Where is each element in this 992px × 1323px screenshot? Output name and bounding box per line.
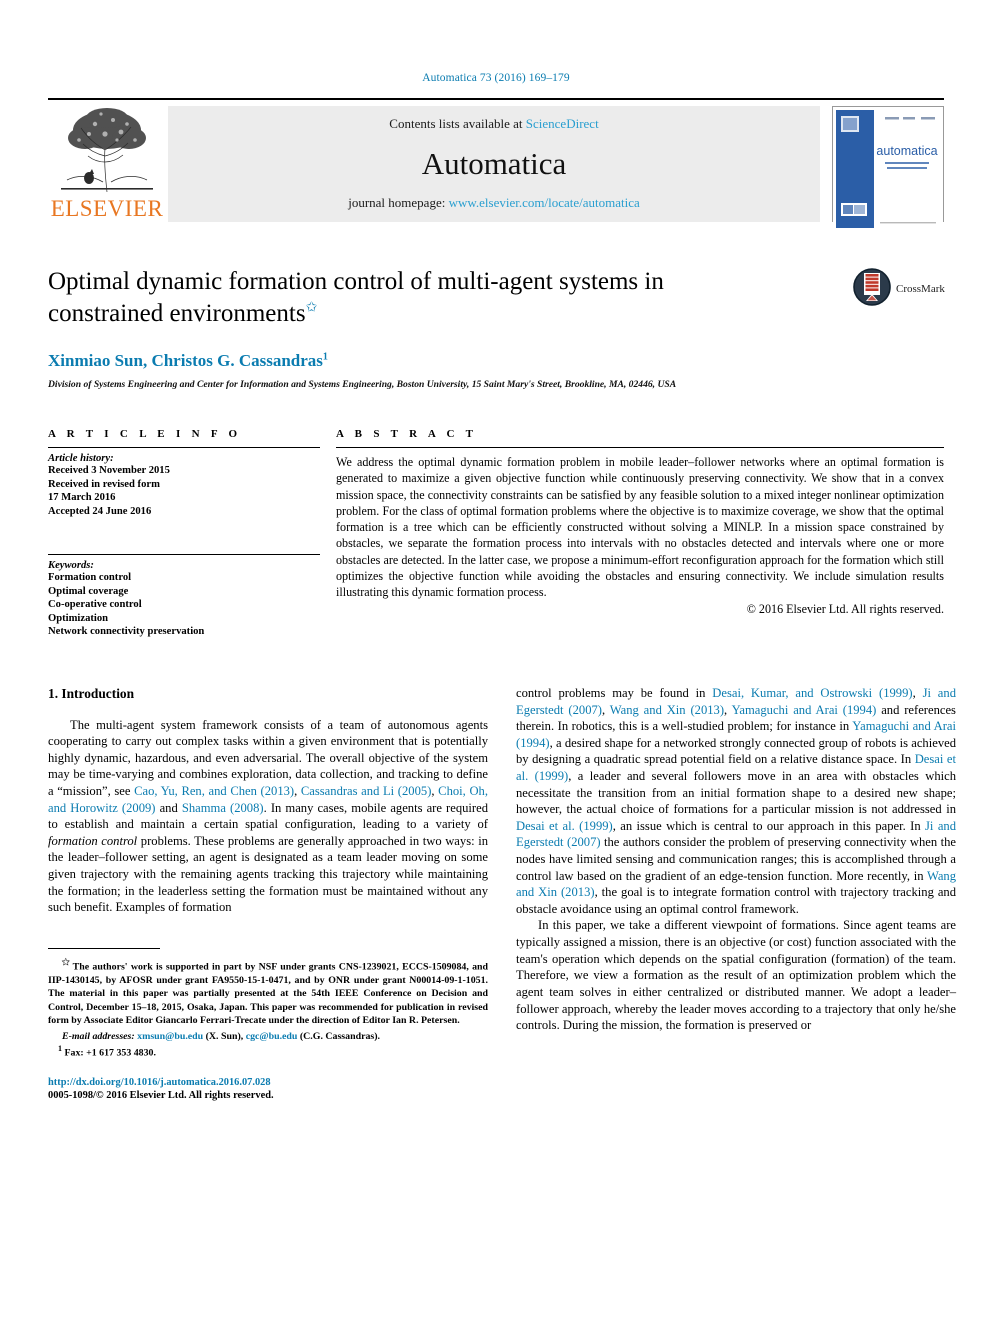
keyword-item: Network connectivity preservation [48,626,205,638]
citation-link[interactable]: Desai, Kumar, and Ostrowski (1999) [712,686,912,700]
email-owner-cassandras: (C.G. Cassandras). [299,1030,380,1042]
citation-link[interactable]: Wang and Xin (2013) [610,703,724,717]
journal-cover-thumbnail: automatica [832,106,944,231]
masthead-center-panel: Contents lists available at ScienceDirec… [168,106,820,222]
crossmark-icon [852,267,892,312]
email-link-sun[interactable]: xmsun@bu.edu [137,1031,203,1042]
elsevier-wordmark: ELSEVIER [50,196,164,221]
journal-reference: Automatica 73 (2016) 169–179 [422,72,570,84]
body-columns: 1. Introduction The multi-agent system f… [48,685,956,1103]
issn-copyright: 0005-1098/© 2016 Elsevier Ltd. All right… [48,1090,274,1102]
footnote-emails: E-mail addresses: xmsun@bu.edu (X. Sun),… [48,1030,488,1043]
elsevier-logo: ELSEVIER [48,104,166,222]
doi-block: http://dx.doi.org/10.1016/j.automatica.2… [48,1076,488,1103]
article-info-heading: A R T I C L E I N F O [48,428,242,440]
article-history-group: Article history: Received 3 November 201… [48,448,320,522]
intro-paragraph-right-1: control problems may be found in Desai, … [516,685,957,916]
info-abstract-section: A R T I C L E I N F O Article history: R… [48,428,944,643]
keyword-item: Co-operative control [48,599,142,611]
footnote-rule [48,947,160,949]
fax-footnote-marker: 1 [58,1044,62,1054]
citation-link[interactable]: Yamaguchi and Arai (1994) [516,719,956,750]
citation-link[interactable]: Yamaguchi and Arai (1994) [732,703,877,717]
citation-link[interactable]: Shamma (2008) [182,801,264,815]
journal-homepage-link[interactable]: www.elsevier.com/locate/automatica [449,195,640,210]
footnote-star-marker: ✩ [62,956,70,967]
article-history-label: Article history: [48,453,114,464]
author-footnote-marker: 1 [322,351,328,363]
paper-page: Automatica 73 (2016) 169–179 ELSEVIER Co… [0,0,992,1323]
keyword-item: Optimal coverage [48,585,129,597]
abstract-text: We address the optimal dynamic formation… [336,455,944,600]
contents-available-line: Contents lists available at ScienceDirec… [389,116,598,132]
email-addresses-label: E-mail addresses: [62,1030,135,1042]
email-link-cassandras[interactable]: cgc@bu.edu [246,1031,298,1042]
svg-text:automatica: automatica [876,144,937,158]
keywords-group: Keywords: Formation control Optimal cove… [48,555,320,643]
citation-link[interactable]: Desai et al. (1999) [516,752,956,783]
title-block: Optimal dynamic formation control of mul… [48,266,945,390]
doi-link[interactable]: http://dx.doi.org/10.1016/j.automatica.2… [48,1076,488,1090]
sciencedirect-link[interactable]: ScienceDirect [526,116,599,131]
history-line: 17 March 2016 [48,492,116,504]
journal-title: Automatica [421,146,567,181]
authors-text: Xinmiao Sun, Christos G. Cassandras [48,351,323,370]
elsevier-tree-icon [55,104,159,196]
email-owner-sun: (X. Sun), [205,1030,244,1042]
author-list: Xinmiao Sun, Christos G. Cassandras1 [48,351,944,371]
journal-homepage-line: journal homepage: www.elsevier.com/locat… [348,195,640,211]
journal-masthead: ELSEVIER Contents lists available at Sci… [48,98,944,231]
abstract-copyright: © 2016 Elsevier Ltd. All rights reserved… [746,602,944,617]
paper-title-text: Optimal dynamic formation control of mul… [48,268,664,327]
article-info-column: A R T I C L E I N F O Article history: R… [48,428,320,643]
abstract-heading: A B S T R A C T [336,428,478,440]
intro-paragraph-right-2: In this paper, we take a different viewp… [516,918,956,1033]
section-heading-introduction: 1. Introduction [48,685,135,701]
crossmark-badge[interactable]: CrossMark [852,266,945,312]
citation-link[interactable]: Wang and Xin (2013) [516,869,956,900]
keyword-item: Optimization [48,612,109,624]
footnote-block: ✩ The authors' work is supported in part… [48,942,488,1060]
page-title: Optimal dynamic formation control of mul… [48,266,778,329]
footnote-funding-text: The authors' work is supported in part b… [48,961,488,1027]
history-line: Received in revised form [48,478,160,490]
citation-link[interactable]: Cao, Yu, Ren, and Chen (2013) [134,784,294,798]
right-column: control problems may be found in Desai, … [516,685,956,1103]
crossmark-label: CrossMark [896,283,945,295]
citation-link[interactable]: Desai et al. (1999) [516,819,613,833]
history-line: Received 3 November 2015 [48,465,170,476]
abstract-column: A B S T R A C T We address the optimal d… [336,428,944,643]
footnote-fax: 1 Fax: +1 617 353 4830. [48,1044,488,1060]
homepage-prefix: journal homepage: [348,195,449,210]
left-column: 1. Introduction The multi-agent system f… [48,685,488,1103]
history-line: Accepted 24 June 2016 [48,505,152,517]
fax-text: Fax: +1 617 353 4830. [64,1047,156,1059]
citation-link[interactable]: Cassandras and Li (2005) [301,784,432,798]
intro-paragraph-left: The multi-agent system framework consist… [48,717,489,915]
title-footnote-star: ✩ [305,300,318,316]
contents-prefix: Contents lists available at [389,116,526,131]
keywords-label: Keywords: [48,560,94,572]
affiliation: Division of Systems Engineering and Cent… [48,379,677,390]
footnote-funding: ✩ The authors' work is supported in part… [48,956,488,1028]
emphasis-text: formation control [48,833,138,848]
keyword-item: Formation control [48,572,132,584]
